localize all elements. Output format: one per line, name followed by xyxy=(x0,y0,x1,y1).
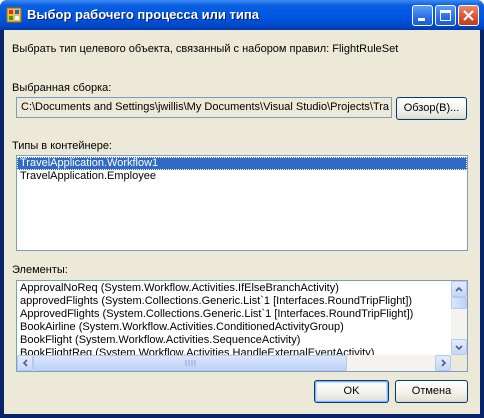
ok-button[interactable]: OK xyxy=(314,380,389,403)
chevron-right-icon xyxy=(441,359,447,367)
chevron-up-icon xyxy=(455,286,463,292)
window-title: Выбор рабочего процесса или типа xyxy=(27,7,259,22)
members-list-item[interactable]: BookAirline (System.Workflow.Activities.… xyxy=(17,321,451,334)
dialog-window: Выбор рабочего процесса или типа Выбрать… xyxy=(0,0,484,418)
members-list-viewport: ApprovalNoReq (System.Workflow.Activitie… xyxy=(17,282,451,356)
maximize-button[interactable] xyxy=(435,5,456,26)
types-list-item[interactable]: TravelApplication.Workflow1 xyxy=(17,157,467,170)
types-listbox[interactable]: TravelApplication.Workflow1 TravelApplic… xyxy=(16,155,468,251)
vertical-scroll-thumb[interactable] xyxy=(451,297,467,309)
maximize-icon xyxy=(440,10,451,21)
scroll-up-button[interactable] xyxy=(451,281,467,297)
grip-icon xyxy=(185,360,196,366)
prompt-text: Выбрать тип целевого объекта, связанный … xyxy=(12,43,399,55)
assembly-label: Выбранная сборка: xyxy=(12,82,112,94)
chevron-down-icon xyxy=(455,345,463,351)
horizontal-scroll-thumb[interactable] xyxy=(33,355,347,371)
scroll-left-button[interactable] xyxy=(17,355,33,371)
scrollbar-corner xyxy=(451,355,467,371)
members-label: Элементы: xyxy=(12,264,68,276)
close-button[interactable] xyxy=(458,5,479,26)
types-list-item[interactable]: TravelApplication.Employee xyxy=(17,170,467,183)
members-list-item[interactable]: ApprovedFlights (System.Collections.Gene… xyxy=(17,308,451,321)
members-list-item[interactable]: approvedFlights (System.Collections.Gene… xyxy=(17,295,451,308)
title-bar[interactable]: Выбор рабочего процесса или типа xyxy=(0,0,484,30)
browse-button[interactable]: Обзор(B)... xyxy=(396,97,467,120)
window-app-icon xyxy=(6,7,22,23)
scroll-down-button[interactable] xyxy=(451,339,467,355)
chevron-left-icon xyxy=(22,359,28,367)
assembly-path-field[interactable]: C:\Documents and Settings\jwillis\My Doc… xyxy=(16,97,392,118)
dialog-body: Выбрать тип целевого объекта, связанный … xyxy=(4,30,480,414)
members-list-item[interactable]: ApprovalNoReq (System.Workflow.Activitie… xyxy=(17,282,451,295)
members-list-item[interactable]: BookFlight (System.Workflow.Activities.S… xyxy=(17,334,451,347)
close-icon xyxy=(463,10,474,21)
cancel-button[interactable]: Отмена xyxy=(395,380,468,403)
minimize-button[interactable] xyxy=(412,5,433,26)
members-listbox[interactable]: ApprovalNoReq (System.Workflow.Activitie… xyxy=(16,280,468,372)
members-vertical-scrollbar[interactable] xyxy=(451,281,467,355)
minimize-icon xyxy=(418,18,425,21)
members-horizontal-scrollbar[interactable] xyxy=(17,355,451,371)
types-label: Типы в контейнере: xyxy=(12,140,112,152)
scroll-right-button[interactable] xyxy=(435,355,451,371)
